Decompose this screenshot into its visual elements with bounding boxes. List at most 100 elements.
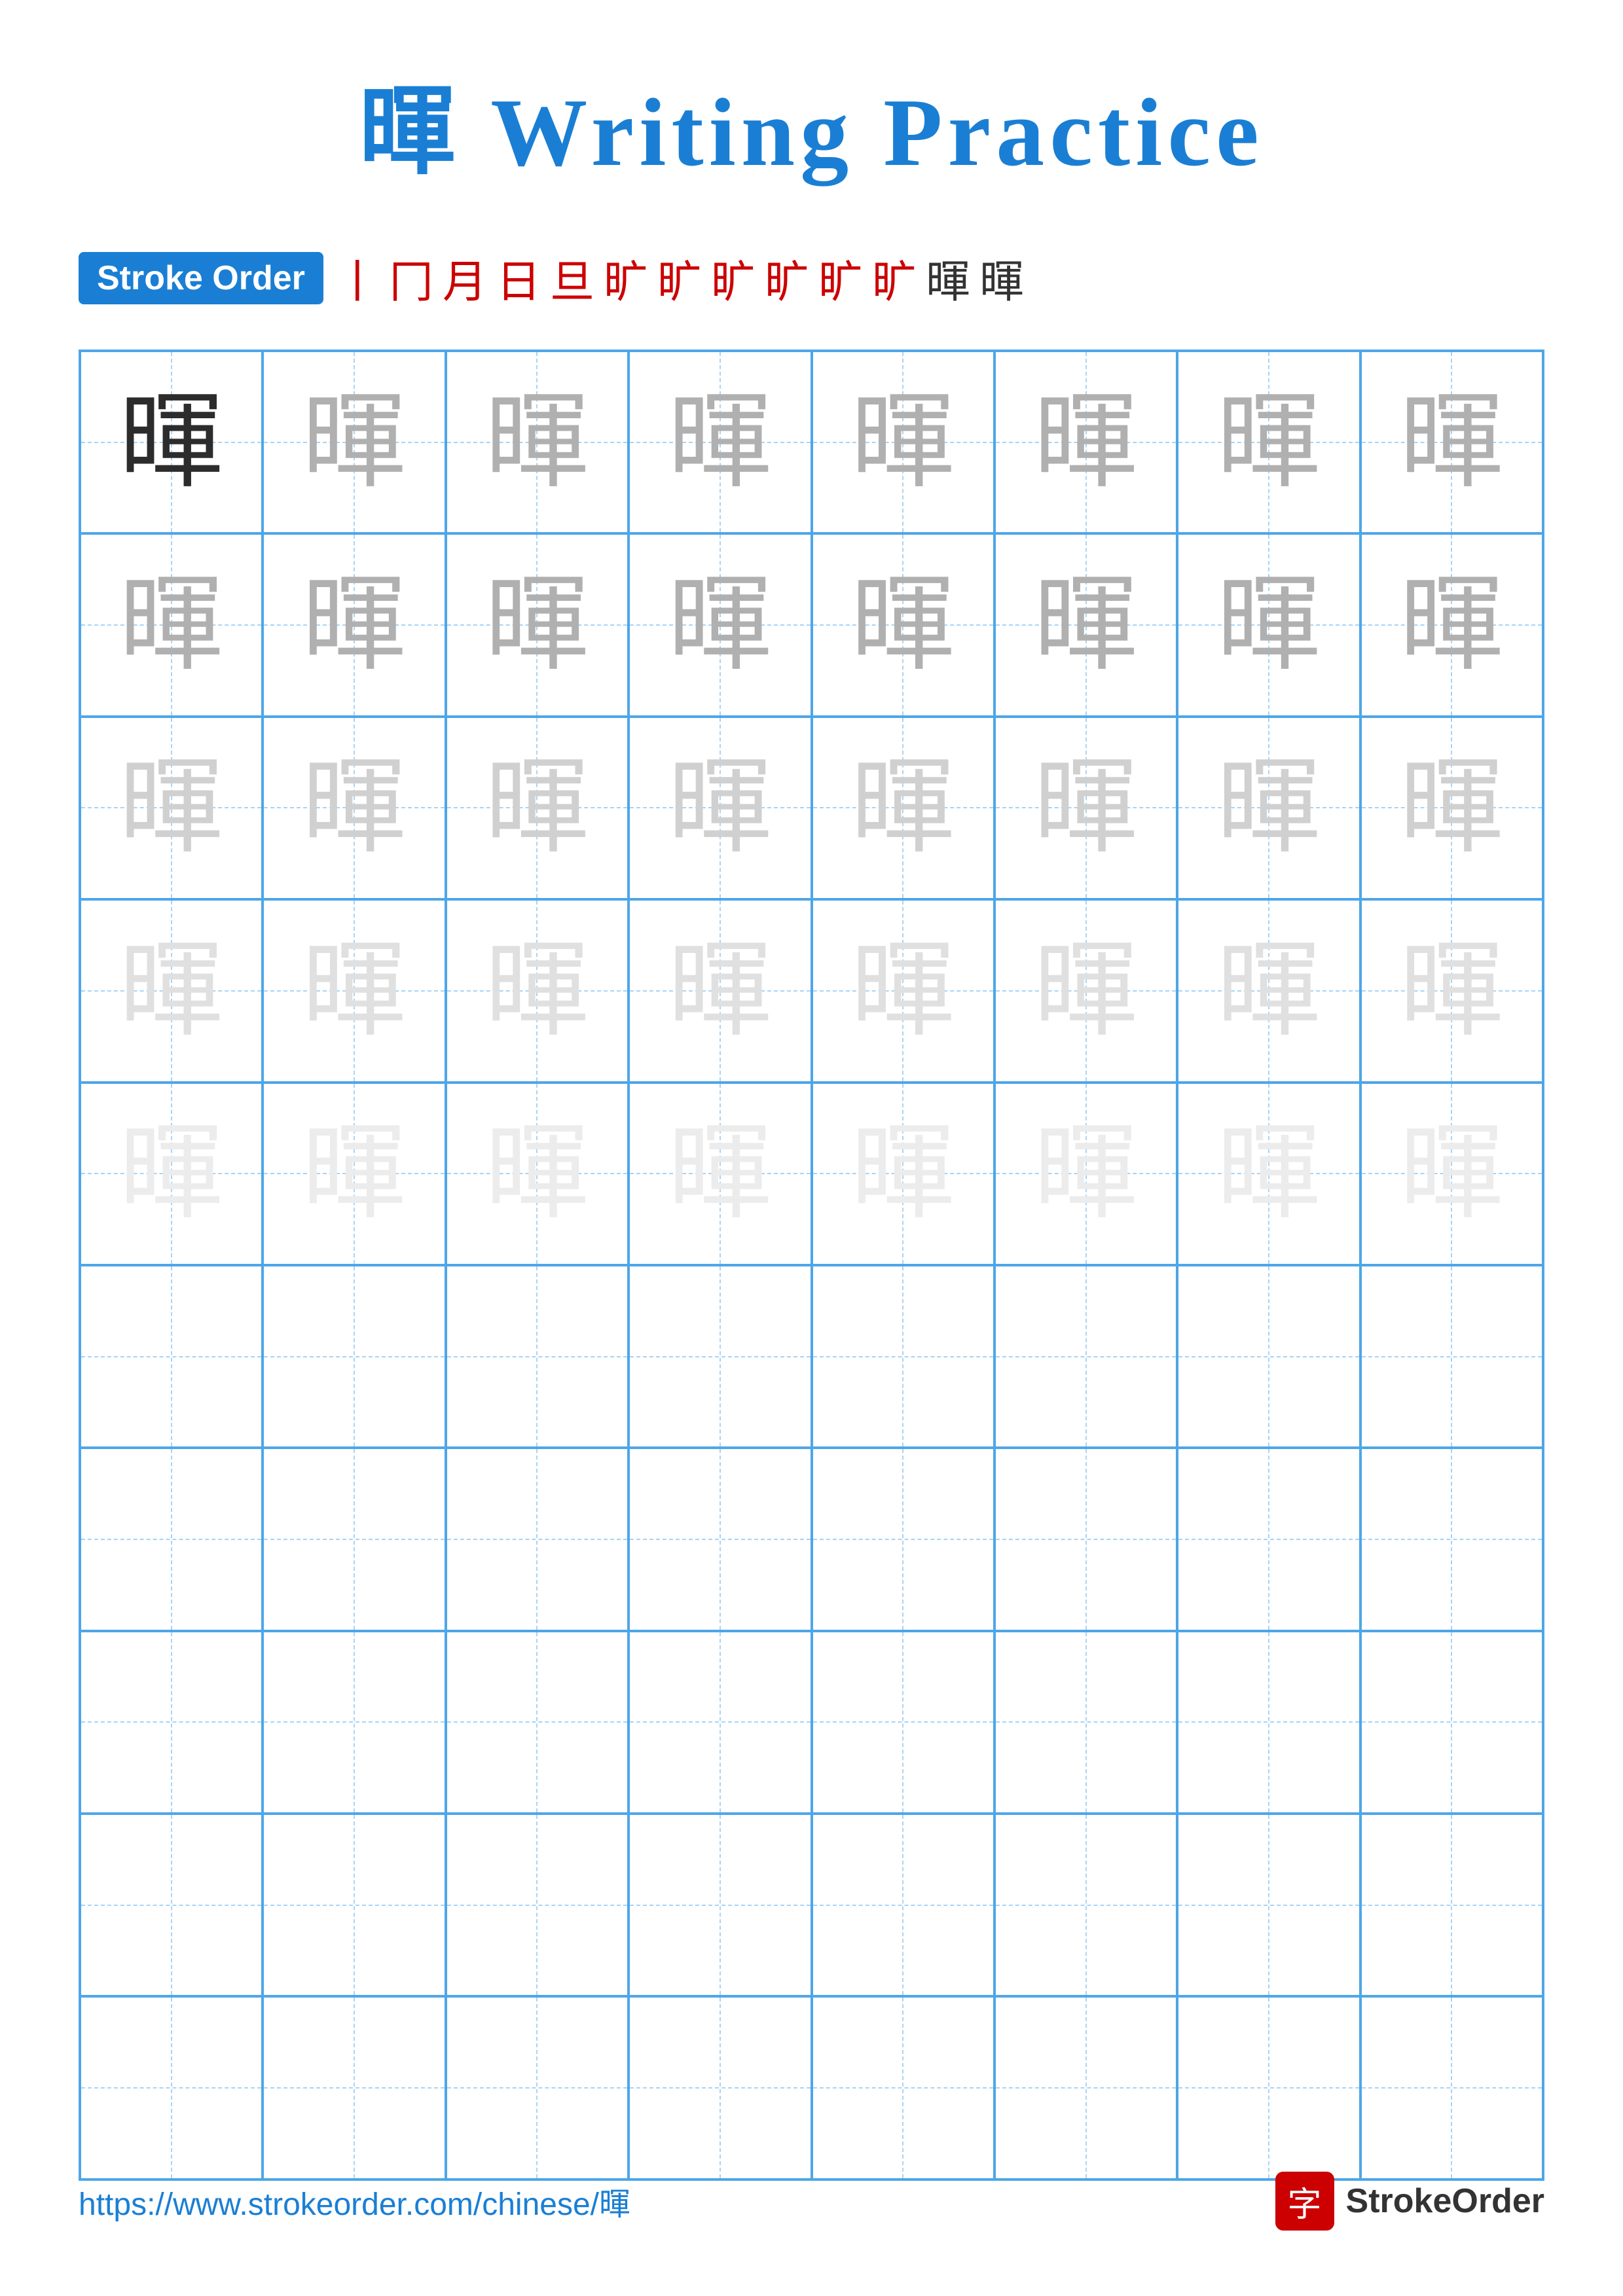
- grid-cell[interactable]: [629, 1996, 811, 2179]
- grid-cell[interactable]: [812, 1448, 994, 1630]
- grid-cell[interactable]: [629, 1631, 811, 1814]
- grid-cell[interactable]: [629, 1448, 811, 1630]
- grid-cell[interactable]: 暉: [812, 717, 994, 899]
- grid-cell[interactable]: 暉: [80, 717, 263, 899]
- grid-cell[interactable]: [80, 1996, 263, 2179]
- grid-cell[interactable]: 暉: [80, 533, 263, 716]
- grid-cell[interactable]: 暉: [629, 899, 811, 1082]
- grid-cell[interactable]: [812, 1631, 994, 1814]
- grid-cell[interactable]: 暉: [1177, 351, 1360, 533]
- grid-cell[interactable]: 暉: [446, 899, 629, 1082]
- grid-char: 暉: [119, 755, 224, 860]
- grid-cell[interactable]: [80, 1814, 263, 1996]
- stroke-step-10: 旷: [872, 245, 917, 310]
- page: 暉 Writing Practice Stroke Order 丨冂月日旦旷旷旷…: [0, 0, 1623, 2296]
- grid-char: 暉: [1399, 755, 1504, 860]
- grid-cell[interactable]: 暉: [263, 533, 445, 716]
- grid-cell[interactable]: 暉: [629, 717, 811, 899]
- grid-cell[interactable]: [994, 1631, 1177, 1814]
- grid-cell[interactable]: 暉: [1360, 899, 1543, 1082]
- grid-row: [80, 1448, 1543, 1630]
- grid-char: 暉: [1034, 390, 1139, 495]
- grid-cell[interactable]: 暉: [812, 899, 994, 1082]
- grid-cell[interactable]: [80, 1631, 263, 1814]
- grid-cell[interactable]: [446, 1448, 629, 1630]
- grid-cell[interactable]: [446, 1814, 629, 1996]
- grid-cell[interactable]: 暉: [1177, 717, 1360, 899]
- grid-cell[interactable]: 暉: [994, 1083, 1177, 1265]
- grid-cell[interactable]: 暉: [812, 351, 994, 533]
- grid-cell[interactable]: [994, 1265, 1177, 1448]
- grid-cell[interactable]: 暉: [1360, 1083, 1543, 1265]
- grid-cell[interactable]: 暉: [446, 351, 629, 533]
- grid-row: 暉暉暉暉暉暉暉暉: [80, 351, 1543, 533]
- grid-cell[interactable]: 暉: [446, 533, 629, 716]
- grid-cell[interactable]: [812, 1996, 994, 2179]
- grid-cell[interactable]: 暉: [1360, 717, 1543, 899]
- grid-cell[interactable]: [1177, 1631, 1360, 1814]
- grid-cell[interactable]: 暉: [629, 533, 811, 716]
- stroke-step-4: 旦: [550, 245, 594, 310]
- grid-cell[interactable]: [263, 1448, 445, 1630]
- grid-cell[interactable]: 暉: [263, 351, 445, 533]
- grid-char: 暉: [850, 1121, 955, 1226]
- grid-cell[interactable]: [1177, 1448, 1360, 1630]
- grid-cell[interactable]: [446, 1631, 629, 1814]
- grid-cell[interactable]: [263, 1814, 445, 1996]
- grid-cell[interactable]: 暉: [994, 533, 1177, 716]
- grid-cell[interactable]: 暉: [1177, 1083, 1360, 1265]
- grid-cell[interactable]: [1177, 1265, 1360, 1448]
- grid-cell[interactable]: [446, 1265, 629, 1448]
- grid-cell[interactable]: 暉: [1360, 351, 1543, 533]
- grid-cell[interactable]: 暉: [1177, 533, 1360, 716]
- grid-char: 暉: [668, 755, 773, 860]
- grid-cell[interactable]: [263, 1265, 445, 1448]
- grid-cell[interactable]: 暉: [263, 899, 445, 1082]
- grid-cell[interactable]: [629, 1265, 811, 1448]
- grid-char: 暉: [1399, 573, 1504, 677]
- grid-cell[interactable]: 暉: [80, 899, 263, 1082]
- grid-cell[interactable]: 暉: [994, 717, 1177, 899]
- grid-cell[interactable]: [446, 1996, 629, 2179]
- grid-cell[interactable]: 暉: [1360, 533, 1543, 716]
- grid-cell[interactable]: [1360, 1448, 1543, 1630]
- grid-cell[interactable]: 暉: [994, 899, 1177, 1082]
- grid-cell[interactable]: 暉: [629, 351, 811, 533]
- grid-cell[interactable]: [80, 1265, 263, 1448]
- grid-cell[interactable]: [812, 1265, 994, 1448]
- grid-cell[interactable]: 暉: [263, 1083, 445, 1265]
- grid-cell[interactable]: [80, 1448, 263, 1630]
- grid-cell[interactable]: [1360, 1265, 1543, 1448]
- grid-cell[interactable]: [812, 1814, 994, 1996]
- grid-cell[interactable]: 暉: [994, 351, 1177, 533]
- grid-cell[interactable]: [994, 1996, 1177, 2179]
- grid-cell[interactable]: 暉: [629, 1083, 811, 1265]
- grid-cell[interactable]: 暉: [263, 717, 445, 899]
- grid-cell[interactable]: 暉: [1177, 899, 1360, 1082]
- grid-row: 暉暉暉暉暉暉暉暉: [80, 717, 1543, 899]
- grid-cell[interactable]: [1360, 1631, 1543, 1814]
- grid-row: 暉暉暉暉暉暉暉暉: [80, 1083, 1543, 1265]
- grid-cell[interactable]: 暉: [446, 1083, 629, 1265]
- grid-char: 暉: [302, 1121, 407, 1226]
- grid-char: 暉: [302, 755, 407, 860]
- footer-logo-text: StrokeOrder: [1346, 2181, 1544, 2221]
- grid-cell[interactable]: 暉: [812, 1083, 994, 1265]
- grid-cell[interactable]: [263, 1996, 445, 2179]
- grid-cell[interactable]: [1177, 1996, 1360, 2179]
- grid-char: 暉: [484, 939, 589, 1043]
- grid-cell[interactable]: 暉: [80, 1083, 263, 1265]
- grid-cell[interactable]: [629, 1814, 811, 1996]
- grid-cell[interactable]: 暉: [446, 717, 629, 899]
- grid-cell[interactable]: [1360, 1996, 1543, 2179]
- grid-char: 暉: [119, 939, 224, 1043]
- grid-cell[interactable]: [1177, 1814, 1360, 1996]
- grid-cell[interactable]: [1360, 1814, 1543, 1996]
- footer-url[interactable]: https://www.strokeorder.com/chinese/暉: [79, 2178, 630, 2224]
- grid-cell[interactable]: [994, 1448, 1177, 1630]
- grid-cell[interactable]: [994, 1814, 1177, 1996]
- grid-cell[interactable]: [263, 1631, 445, 1814]
- grid-cell[interactable]: 暉: [812, 533, 994, 716]
- grid-cell[interactable]: 暉: [80, 351, 263, 533]
- stroke-step-11: 暉: [926, 245, 970, 310]
